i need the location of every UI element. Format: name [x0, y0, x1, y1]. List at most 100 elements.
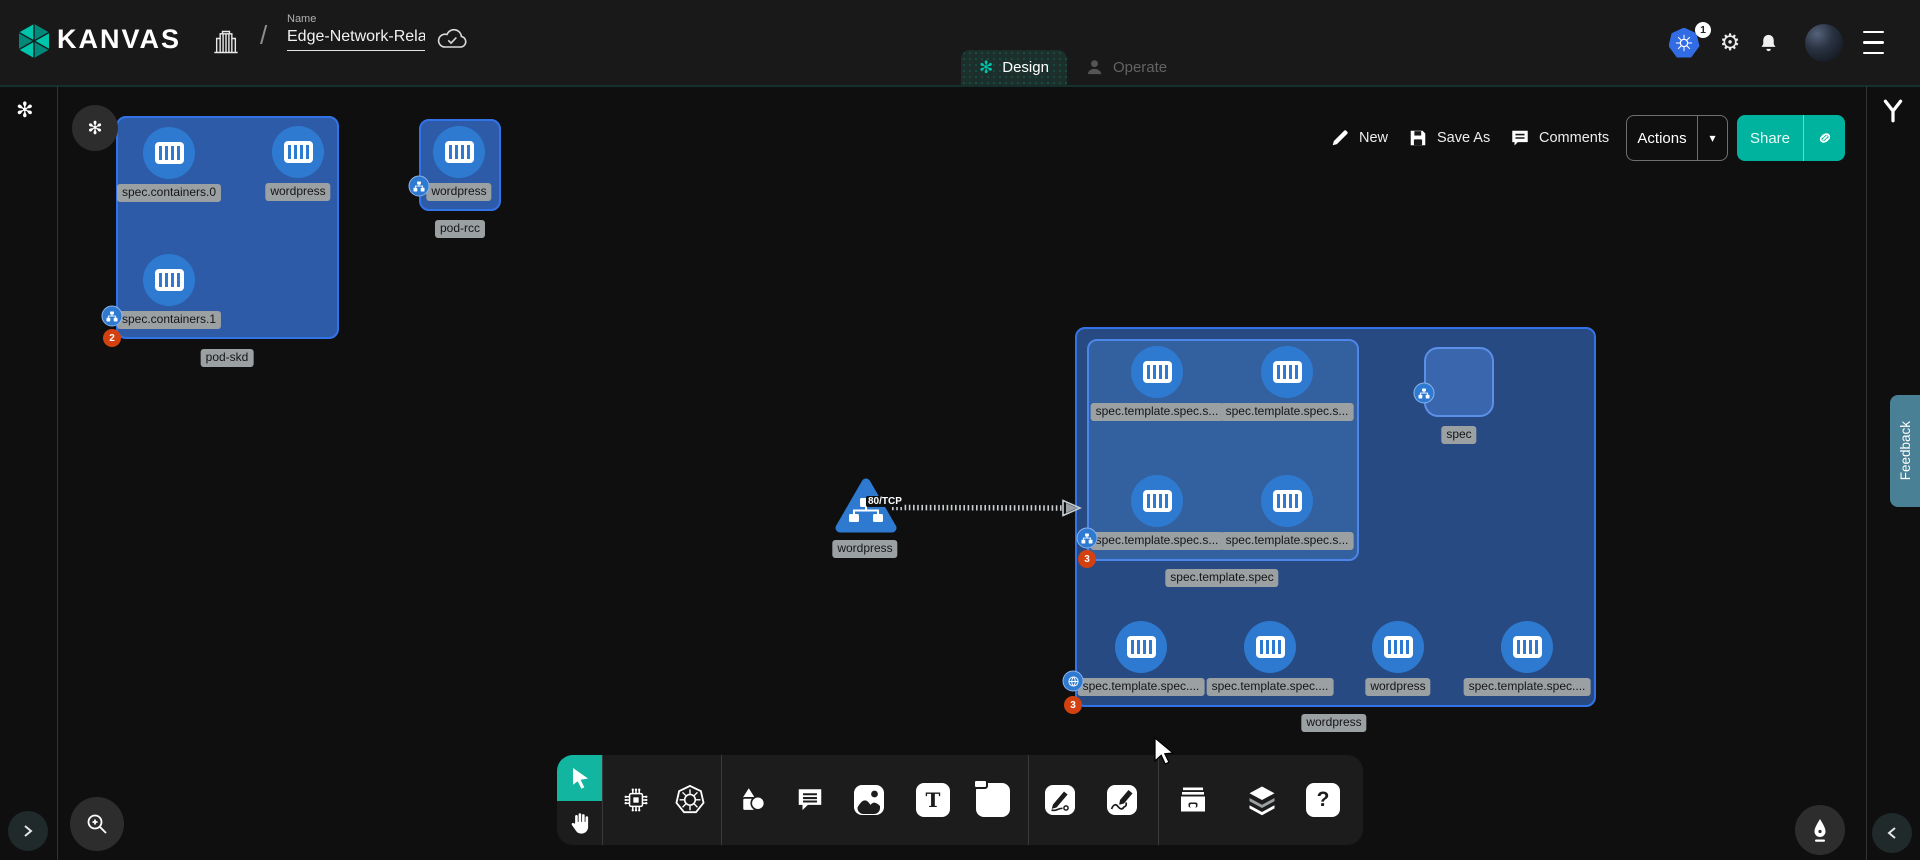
container-node[interactable]	[143, 254, 195, 306]
history-spiral-icon[interactable]: ✻	[16, 98, 34, 123]
chevron-right-icon	[21, 824, 35, 838]
container-node[interactable]	[272, 126, 324, 178]
chevron-left-icon	[1885, 826, 1899, 840]
actions-split-button[interactable]: Actions ▾	[1626, 115, 1728, 161]
comments-label: Comments	[1539, 130, 1609, 146]
kubernetes-context-button[interactable]: 1	[1664, 0, 1704, 85]
select-tool[interactable]	[557, 755, 602, 801]
container-node[interactable]	[1131, 475, 1183, 527]
expand-left-panel-button[interactable]	[8, 811, 48, 851]
service-edge[interactable]	[886, 494, 1086, 520]
network-badge[interactable]	[102, 306, 123, 327]
freehand-draw-tool[interactable]	[1100, 778, 1144, 822]
canvas-flower-menu-button[interactable]: ✻	[72, 105, 118, 151]
node-label: spec.template.spec....	[1078, 678, 1205, 696]
image-tool[interactable]	[847, 778, 891, 822]
notifications-button[interactable]	[1750, 0, 1786, 85]
container-node[interactable]	[1261, 475, 1313, 527]
collapse-right-panel-button[interactable]	[1872, 813, 1912, 853]
container-node[interactable]	[143, 127, 195, 179]
new-button[interactable]: New	[1330, 115, 1388, 161]
design-spiral-icon: ✻	[979, 59, 993, 76]
share-label[interactable]: Share	[1737, 115, 1803, 161]
pencil-icon	[1330, 128, 1350, 148]
cursor-arrow-icon	[568, 765, 592, 791]
toolbar-divider	[1028, 755, 1029, 845]
layers-tool[interactable]	[1240, 778, 1284, 822]
bell-icon	[1758, 32, 1779, 54]
group-label: wordpress	[1301, 714, 1366, 732]
feedback-tab[interactable]: Feedback	[1890, 395, 1920, 507]
shapes-tool[interactable]	[730, 778, 774, 822]
kubernetes-tool[interactable]	[668, 778, 712, 822]
container-icon	[1143, 361, 1172, 383]
note-tool[interactable]	[971, 778, 1015, 822]
container-node[interactable]	[1115, 621, 1167, 673]
comment-tool[interactable]	[788, 778, 832, 822]
tab-operate[interactable]: Operate	[1067, 50, 1185, 85]
count-badge[interactable]: 2	[103, 329, 121, 347]
save-as-button[interactable]: Save As	[1408, 115, 1490, 161]
count-badge[interactable]: 3	[1064, 696, 1082, 714]
network-badge[interactable]	[1077, 528, 1098, 549]
group-label: pod-rcc	[435, 220, 485, 238]
container-node[interactable]	[1131, 346, 1183, 398]
design-name-input[interactable]	[287, 28, 425, 51]
container-node[interactable]	[1372, 621, 1424, 673]
help-tool[interactable]: ?	[1301, 778, 1345, 822]
pan-tool[interactable]	[557, 801, 602, 845]
kanvas-logo-icon	[15, 22, 53, 60]
logo-text: KANVAS	[57, 24, 181, 55]
comments-button[interactable]: Comments	[1510, 115, 1609, 161]
right-rail-divider	[1866, 86, 1867, 860]
replicas-badge[interactable]	[1063, 671, 1084, 692]
node-label: spec.containers.1	[117, 311, 221, 329]
container-node[interactable]	[1261, 346, 1313, 398]
hierarchy-y-icon[interactable]	[1882, 98, 1904, 127]
actions-dropdown-caret[interactable]: ▾	[1697, 116, 1727, 160]
name-field-label: Name	[287, 13, 425, 25]
group-label: spec.template.spec	[1165, 569, 1278, 587]
context-count-badge: 1	[1695, 22, 1711, 38]
hamburger-icon	[1863, 31, 1884, 34]
hand-icon	[567, 810, 593, 836]
operate-person-icon	[1085, 58, 1104, 77]
settings-button[interactable]: ⚙	[1712, 0, 1748, 85]
container-icon	[1513, 636, 1542, 658]
node-label: wordpress	[426, 183, 491, 201]
container-node[interactable]	[433, 126, 485, 178]
group-spec.template.spec[interactable]	[1087, 339, 1359, 561]
comment-icon	[1510, 128, 1530, 148]
node-spec[interactable]	[1424, 347, 1494, 417]
drawer-tool[interactable]	[1171, 778, 1215, 822]
cloud-saved-icon	[436, 26, 468, 52]
container-node[interactable]	[1501, 621, 1553, 673]
actions-label[interactable]: Actions	[1627, 116, 1697, 160]
toolbar-divider	[721, 755, 722, 845]
container-node[interactable]	[1244, 621, 1296, 673]
group-label: pod-skd	[201, 349, 254, 367]
organization-icon[interactable]	[212, 28, 240, 56]
component-tool[interactable]	[614, 778, 658, 822]
edge-style-tool[interactable]	[1038, 778, 1082, 822]
tab-design[interactable]: ✻ Design	[961, 50, 1067, 85]
network-badge[interactable]	[1414, 383, 1435, 404]
node-label: wordpress	[1365, 678, 1430, 696]
share-split-button[interactable]: Share	[1737, 115, 1845, 161]
container-icon	[155, 142, 184, 164]
menu-button[interactable]	[1856, 0, 1890, 85]
network-badge[interactable]	[409, 176, 430, 197]
tab-operate-label: Operate	[1113, 59, 1167, 76]
text-tool[interactable]: T	[911, 778, 955, 822]
zoom-button[interactable]	[70, 797, 124, 851]
container-icon	[1256, 636, 1285, 658]
feedback-label: Feedback	[1898, 421, 1913, 480]
user-avatar-button[interactable]	[1804, 0, 1844, 85]
freehand-pencil-icon	[1105, 783, 1139, 817]
gear-icon: ⚙	[1720, 29, 1741, 56]
pen-mode-button[interactable]	[1795, 805, 1845, 855]
container-icon	[1127, 636, 1156, 658]
image-icon	[852, 783, 886, 817]
count-badge[interactable]: 3	[1078, 550, 1096, 568]
copy-link-segment[interactable]	[1803, 115, 1845, 161]
